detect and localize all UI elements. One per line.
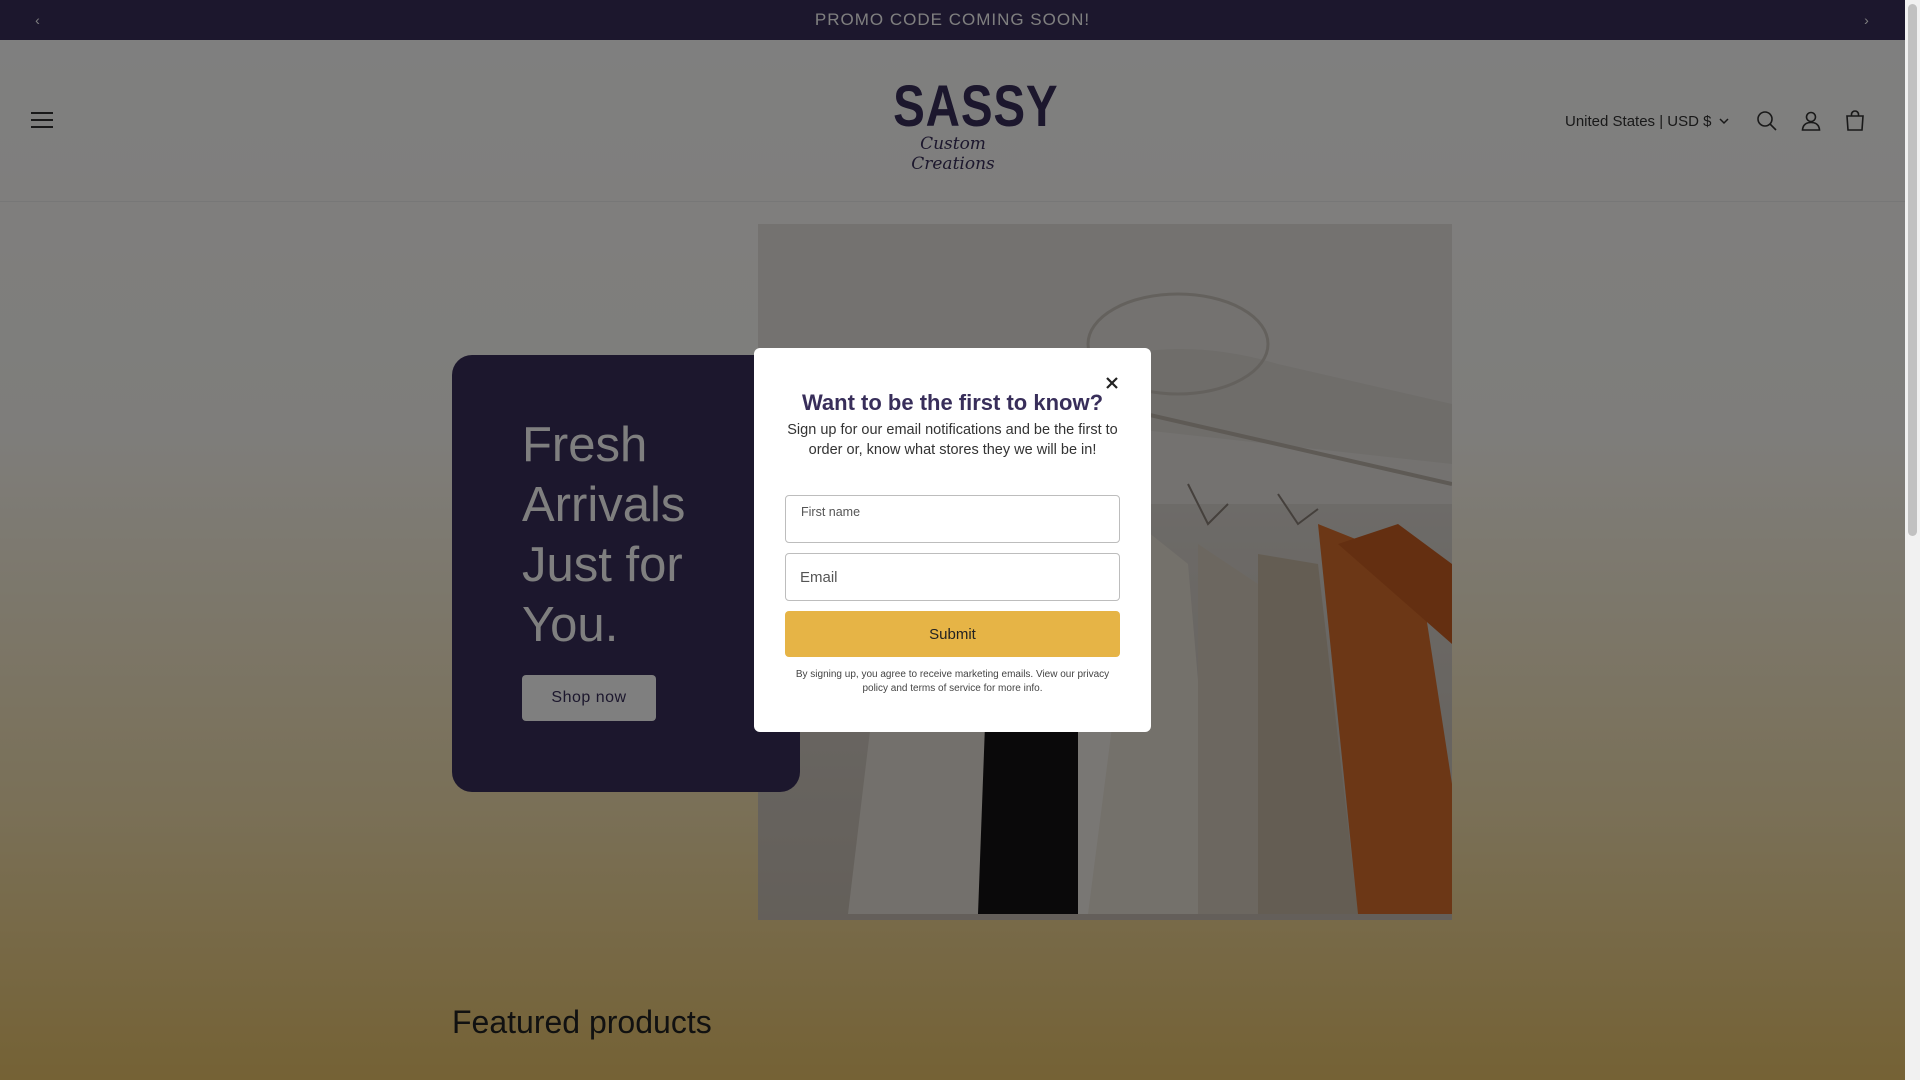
first-name-field[interactable]: First name — [785, 495, 1120, 543]
scrollbar[interactable] — [1905, 0, 1920, 1080]
scrollbar-thumb[interactable] — [1908, 4, 1917, 536]
email-field[interactable] — [785, 553, 1120, 601]
email-input[interactable] — [786, 554, 1119, 600]
submit-button[interactable]: Submit — [785, 611, 1120, 657]
popup-subtitle: Sign up for our email notifications and … — [787, 422, 1118, 458]
signup-popup: Want to be the first to know? Sign up fo… — [754, 348, 1151, 732]
popup-legal-text: By signing up, you agree to receive mark… — [795, 669, 1110, 694]
popup-title: Want to be the first to know? — [801, 390, 1104, 415]
first-name-input[interactable] — [786, 496, 1119, 542]
